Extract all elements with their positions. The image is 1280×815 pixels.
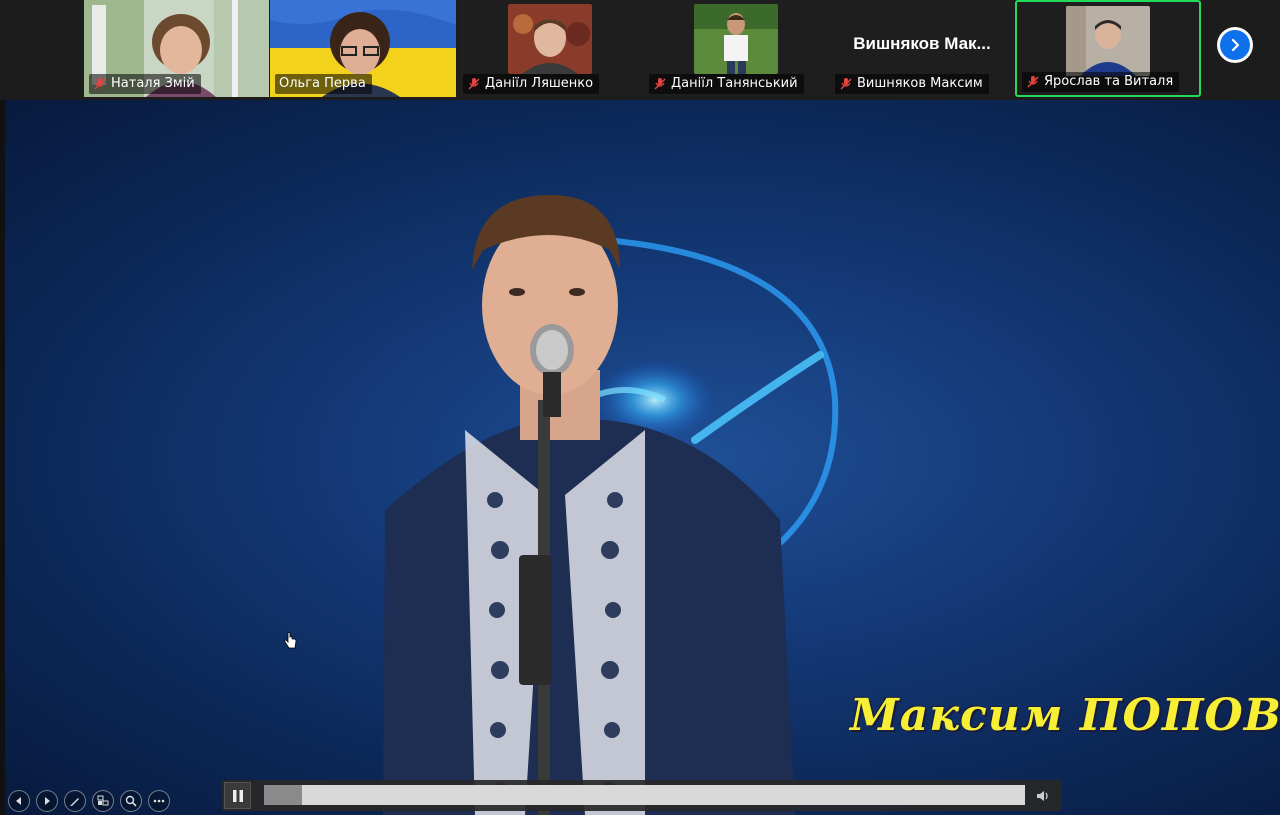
participant-video (508, 4, 592, 74)
participant-strip: Наталя Змій Ольга Перва Даніїл Ляшенко Д… (0, 0, 1280, 100)
participant-tile-natalia[interactable]: Наталя Змій (84, 0, 269, 97)
chevron-right-icon (1220, 30, 1250, 60)
media-progress-fill (264, 785, 303, 805)
shared-video: Максим ПОПОВ (5, 100, 1280, 815)
previous-icon (16, 797, 21, 805)
next-participants-button[interactable] (1217, 27, 1253, 63)
participant-name-tag: Наталя Змій (89, 74, 201, 94)
participant-video (1066, 6, 1150, 76)
participant-tile-olha[interactable]: Ольга Перва (270, 0, 456, 97)
slides-icon (97, 795, 109, 806)
participant-name-tag: Даніїл Танянський (649, 74, 804, 94)
more-icon (153, 799, 165, 803)
media-progress-slider[interactable] (264, 785, 1025, 805)
participant-name-tag: Ольга Перва (275, 74, 372, 94)
participant-tile-daniil-l[interactable]: Даніїл Ляшенко (458, 0, 642, 97)
participant-name: Даніїл Танянський (671, 76, 798, 91)
participant-name: Наталя Змій (111, 76, 195, 91)
muted-mic-icon (654, 78, 666, 90)
next-slide-button[interactable] (36, 790, 58, 812)
participant-tile-vyshniakov[interactable]: Вишняков Мак... Вишняков Максим (830, 0, 1014, 97)
muted-mic-icon (468, 78, 480, 90)
participant-name: Ольга Перва (279, 76, 366, 91)
speaker-icon[interactable] (1034, 786, 1054, 806)
participant-name: Даніїл Ляшенко (485, 76, 594, 91)
muted-mic-icon (1027, 76, 1039, 88)
more-options-button[interactable] (148, 790, 170, 812)
participant-tile-daniil-t[interactable]: Даніїл Танянський (644, 0, 828, 97)
next-icon (45, 797, 50, 805)
media-controls (222, 780, 1062, 811)
participant-tile-yaroslav[interactable]: Ярослав та Виталя (1015, 0, 1201, 97)
pause-icon (232, 789, 243, 802)
participant-display-name: Вишняков Мак... (853, 34, 991, 53)
muted-mic-icon (94, 78, 106, 90)
hand-cursor-icon (284, 632, 297, 649)
participant-name-tag: Вишняков Максим (835, 74, 989, 94)
pen-icon (70, 798, 79, 806)
participant-video (694, 4, 778, 74)
zoom-meeting-window: Наталя Змій Ольга Перва Даніїл Ляшенко Д… (0, 0, 1280, 815)
participant-name-tag: Ярослав та Виталя (1022, 72, 1180, 92)
performer-caption: Максим ПОПОВ (850, 690, 1280, 741)
muted-mic-icon (840, 78, 852, 90)
participant-name: Вишняков Максим (857, 76, 983, 91)
slideshow-toolbar (8, 790, 170, 812)
pen-tool-button[interactable] (64, 790, 86, 812)
previous-slide-button[interactable] (8, 790, 30, 812)
zoom-slide-button[interactable] (120, 790, 142, 812)
zoom-icon (125, 795, 137, 807)
participant-name-tag: Даніїл Ляшенко (463, 74, 600, 94)
pause-button[interactable] (224, 782, 251, 809)
participant-name: Ярослав та Виталя (1044, 74, 1174, 89)
see-all-slides-button[interactable] (92, 790, 114, 812)
